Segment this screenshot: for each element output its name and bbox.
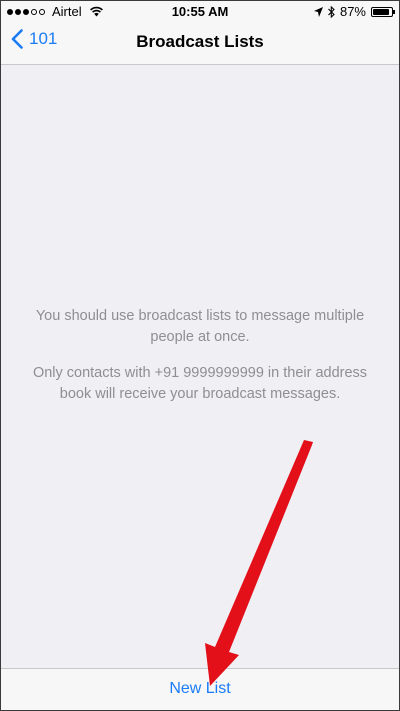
battery-percent: 87% <box>339 4 366 19</box>
phone-screen: Airtel 10:55 AM 87% 101 Broadcast Lists … <box>0 0 400 711</box>
info-text-broadcast-usage: You should use broadcast lists to messag… <box>35 308 365 345</box>
new-list-button[interactable]: New List <box>1 680 399 698</box>
info-text-contacts-requirement: Only contacts with +91 9999999999 in the… <box>32 365 368 402</box>
battery-icon <box>371 6 395 17</box>
navigation-bar: 101 Broadcast Lists <box>1 21 399 65</box>
content-area: You should use broadcast lists to messag… <box>1 65 399 668</box>
bluetooth-icon <box>328 5 335 18</box>
status-bar: Airtel 10:55 AM 87% <box>1 1 399 21</box>
battery-tip <box>393 9 395 14</box>
battery-fill <box>373 8 389 15</box>
location-icon <box>313 6 323 17</box>
empty-state-message: You should use broadcast lists to messag… <box>21 306 379 420</box>
status-right: 87% <box>313 4 395 19</box>
page-title: Broadcast Lists <box>136 32 264 51</box>
bottom-toolbar: New List <box>1 668 399 710</box>
